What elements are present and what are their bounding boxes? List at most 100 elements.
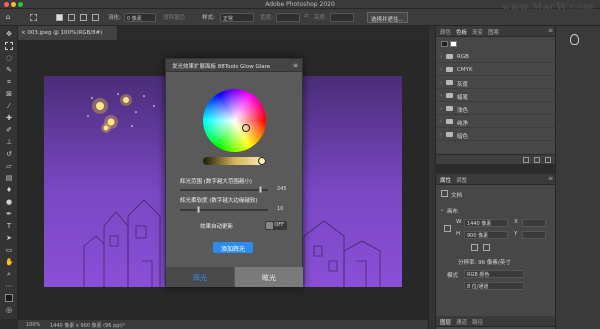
frame-tool-icon[interactable]: ⊠: [5, 90, 13, 98]
marquee-tool-icon[interactable]: [5, 42, 13, 50]
subtract-selection-icon[interactable]: [80, 14, 87, 21]
resolution-text: 分辨率: 96 像素/英寸: [458, 260, 511, 266]
panel-menu-icon[interactable]: ≡: [548, 175, 553, 182]
rectangle-tool-icon[interactable]: ▭: [5, 246, 13, 254]
height-input[interactable]: [330, 13, 354, 22]
brightness-slider-knob[interactable]: [258, 157, 266, 165]
gradient-tool-icon[interactable]: ▤: [5, 174, 13, 182]
brush-tool-icon[interactable]: ✐: [5, 126, 13, 134]
quick-mask-icon[interactable]: ◎: [5, 306, 13, 314]
tab-paths[interactable]: 路径: [472, 318, 483, 326]
glow-softness-thumb[interactable]: [197, 206, 201, 213]
eyedropper-tool-icon[interactable]: ⁄: [5, 102, 13, 110]
zoom-level[interactable]: 100%: [26, 322, 40, 328]
pen-tool-icon[interactable]: ✒: [5, 210, 13, 218]
quick-select-tool-icon[interactable]: ✎: [5, 66, 13, 74]
tab-swatches[interactable]: 色板: [456, 28, 467, 36]
tab-gradients[interactable]: 渐变: [472, 28, 483, 36]
select-and-mask-button[interactable]: 选择并遮住...: [367, 12, 408, 23]
foreground-color-swatch[interactable]: [5, 294, 13, 302]
plugin-menu-icon[interactable]: ≡: [293, 62, 298, 69]
new-group-icon[interactable]: [523, 157, 529, 163]
zoom-tool-icon[interactable]: ⌕: [5, 270, 13, 278]
color-mode-select[interactable]: RGB 颜色: [464, 270, 524, 278]
apply-glow-button[interactable]: 添加辉光: [213, 242, 253, 253]
canvas-height-field[interactable]: 900 像素: [464, 231, 508, 239]
tab-glow[interactable]: 辉光: [166, 267, 234, 287]
feather-input[interactable]: 0 像素: [124, 13, 156, 22]
properties-panel-tabs: 属性 调整 ≡: [436, 174, 556, 185]
expand-arrow-icon[interactable]: ›: [440, 93, 442, 99]
marquee-preset-icon[interactable]: [30, 14, 37, 21]
expand-arrow-icon[interactable]: ›: [440, 119, 442, 125]
move-tool-icon[interactable]: ✥: [5, 30, 13, 38]
link-dimensions-icon[interactable]: [444, 225, 451, 232]
tab-properties[interactable]: 属性: [440, 176, 451, 184]
hand-tool-icon[interactable]: ✋: [5, 258, 14, 266]
glow-range-thumb[interactable]: [258, 186, 262, 193]
glow-range-slider[interactable]: [180, 186, 268, 193]
tab-glare[interactable]: 眩光: [235, 267, 303, 287]
recent-swatch[interactable]: [450, 41, 457, 47]
panel-menu-icon[interactable]: ≡: [548, 27, 553, 34]
lightbulb-icon[interactable]: [570, 34, 579, 45]
trash-icon[interactable]: [545, 157, 551, 163]
recent-swatch[interactable]: [441, 41, 448, 47]
expand-arrow-icon[interactable]: ›: [440, 54, 442, 60]
tab-channels[interactable]: 通道: [456, 318, 467, 326]
canvas-x-field[interactable]: [522, 219, 546, 227]
tab-layers[interactable]: 图层: [440, 318, 451, 326]
expand-arrow-icon[interactable]: ›: [440, 80, 442, 86]
swatch-group-row[interactable]: › 蜡笔: [436, 90, 556, 102]
new-selection-icon[interactable]: [56, 14, 63, 21]
auto-update-toggle[interactable]: OFF: [265, 221, 287, 230]
document-tab[interactable]: × 003.jpeg @ 100%(RGB/8#): [18, 26, 118, 40]
canvas-width-field[interactable]: 1440 像素: [464, 219, 508, 227]
swatch-group-row[interactable]: › 纯净: [436, 116, 556, 128]
home-icon[interactable]: ⌂: [4, 13, 12, 21]
close-tab-icon[interactable]: ×: [21, 30, 26, 36]
clone-stamp-tool-icon[interactable]: ⊥: [5, 138, 13, 146]
color-wheel[interactable]: [203, 89, 266, 152]
dodge-tool-icon[interactable]: ●: [5, 198, 13, 206]
landscape-orientation-icon[interactable]: [483, 244, 490, 251]
status-arrow-icon[interactable]: ›: [123, 321, 125, 328]
path-select-tool-icon[interactable]: ➤: [5, 234, 13, 242]
healing-brush-tool-icon[interactable]: ✚: [5, 114, 13, 122]
glow-star: [123, 97, 129, 103]
swatch-group-row[interactable]: › RGB: [436, 51, 556, 63]
glow-softness-slider[interactable]: [180, 206, 268, 213]
expand-arrow-icon[interactable]: ›: [440, 106, 442, 112]
y-label: Y: [514, 231, 518, 237]
more-tools-icon[interactable]: ⋯: [5, 282, 13, 290]
swap-icon[interactable]: ⇄: [304, 13, 309, 19]
eraser-tool-icon[interactable]: ▱: [5, 162, 13, 170]
canvas-y-field[interactable]: [522, 231, 546, 239]
blur-tool-icon[interactable]: ♦: [5, 186, 13, 194]
swatches-panel-tabs: 颜色 色板 渐变 图案 ≡: [436, 26, 556, 37]
color-wheel-picker[interactable]: [242, 124, 250, 132]
new-swatch-icon[interactable]: [534, 157, 540, 163]
bit-depth-select[interactable]: 8 位/通道: [464, 282, 524, 290]
type-tool-icon[interactable]: T: [5, 222, 13, 230]
swatch-group-row[interactable]: › 灰度: [436, 77, 556, 89]
portrait-orientation-icon[interactable]: [471, 244, 478, 251]
width-input[interactable]: [276, 13, 300, 22]
swatch-group-row[interactable]: › 暗色: [436, 129, 556, 141]
tab-patterns[interactable]: 图案: [488, 28, 499, 36]
swatch-group-row[interactable]: › CMYK: [436, 64, 556, 76]
tab-color[interactable]: 颜色: [440, 28, 451, 36]
style-select[interactable]: 正常: [220, 13, 254, 22]
lasso-tool-icon[interactable]: ◌: [5, 54, 13, 62]
add-selection-icon[interactable]: [68, 14, 75, 21]
history-brush-tool-icon[interactable]: ↺: [5, 150, 13, 158]
brightness-slider[interactable]: [203, 157, 266, 165]
swatch-group-row[interactable]: › 浅色: [436, 103, 556, 115]
crop-tool-icon[interactable]: ⌗: [5, 78, 13, 86]
collapse-arrow-icon[interactable]: ⌄: [440, 207, 444, 213]
intersect-selection-icon[interactable]: [92, 14, 99, 21]
antialias-checkbox[interactable]: 消除锯齿: [163, 13, 185, 21]
expand-arrow-icon[interactable]: ›: [440, 67, 442, 73]
expand-arrow-icon[interactable]: ›: [440, 132, 442, 138]
tab-adjustments[interactable]: 调整: [456, 176, 467, 184]
